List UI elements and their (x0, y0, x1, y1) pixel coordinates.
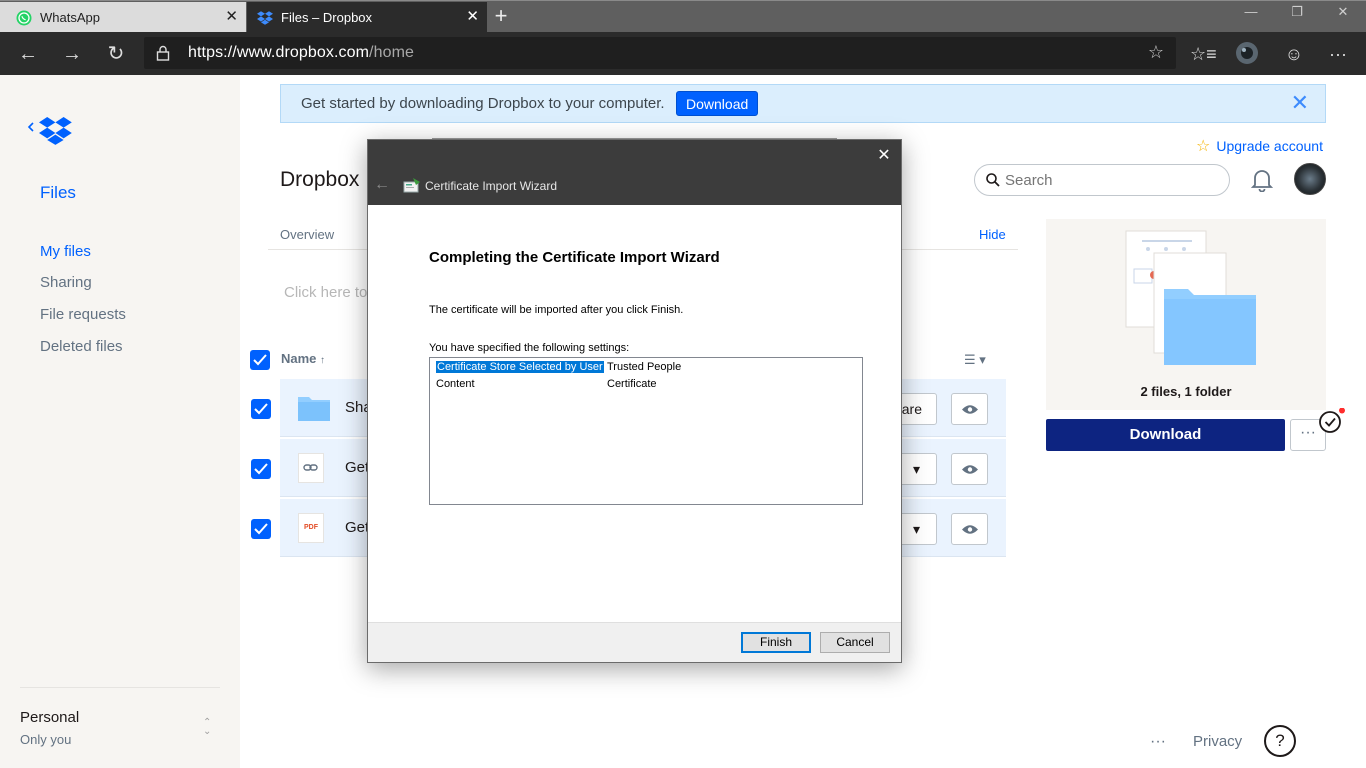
selection-preview-card: 2 files, 1 folder (1046, 219, 1326, 410)
link-icon (298, 453, 324, 483)
select-all-checkbox[interactable] (250, 350, 270, 370)
setting-key: Content (436, 378, 475, 390)
tab-overview[interactable]: Overview (280, 227, 334, 242)
dropbox-icon (257, 10, 273, 25)
pdf-icon: PDF (298, 513, 324, 543)
eye-icon (962, 405, 978, 414)
tab-label: Files – Dropbox (281, 10, 373, 25)
dialog-info-text: The certificate will be imported after y… (429, 304, 684, 316)
checkmark-icon (253, 354, 267, 366)
search-box[interactable] (974, 164, 1230, 196)
setting-key: Certificate Store Selected by User (435, 360, 605, 374)
sort-ascending-icon: ↑ (320, 355, 326, 366)
privacy-link[interactable]: Privacy (1193, 733, 1242, 750)
row-checkbox[interactable] (251, 399, 271, 419)
browser-tab-strip: WhatsApp ✕ Files – Dropbox ✕ + — ❐ ✕ (0, 0, 1366, 33)
eye-icon (962, 525, 978, 534)
dialog-caption: Certificate Import Wizard (425, 179, 558, 193)
account-subtitle: Only you (20, 732, 72, 747)
search-input[interactable] (1005, 171, 1215, 189)
star-icon: ☆ (1196, 138, 1211, 155)
page-title: Dropbox (280, 168, 360, 191)
sidebar-item-deleted-files[interactable]: Deleted files (40, 338, 123, 355)
dialog-heading: Completing the Certificate Import Wizard (429, 249, 720, 266)
files-heading[interactable]: Files (40, 183, 76, 203)
checkmark-icon (254, 403, 268, 415)
help-button[interactable]: ? (1264, 725, 1296, 757)
certificate-import-wizard-dialog: ✕ ← Certificate Import Wizard Completing… (367, 139, 902, 663)
feedback-smiley-icon[interactable]: ☺ (1281, 41, 1307, 67)
whatsapp-icon (16, 10, 32, 25)
close-tab-icon[interactable]: ✕ (225, 9, 238, 24)
hide-overview-link[interactable]: Hide (979, 227, 1006, 242)
checkmark-icon (254, 523, 268, 535)
certificate-icon (403, 178, 420, 193)
user-avatar[interactable] (1294, 163, 1326, 195)
address-bar[interactable]: https://www.dropbox.com/home ☆ (144, 37, 1176, 69)
forward-icon[interactable]: → (54, 36, 90, 72)
account-name[interactable]: Personal (20, 709, 79, 726)
account-switch-chevrons-icon[interactable]: ⌃ ⌄ (203, 718, 211, 737)
eye-icon (962, 465, 978, 474)
profile-avatar-icon[interactable] (1234, 41, 1260, 67)
dropbox-logo[interactable] (26, 117, 76, 152)
search-icon (986, 173, 1000, 187)
preview-eye-button[interactable] (951, 393, 988, 425)
pdf-icon-label: PDF (304, 524, 318, 531)
dialog-titlebar: ✕ ← Certificate Import Wizard (368, 140, 901, 205)
close-icon[interactable]: ✕ (873, 145, 895, 167)
row-name[interactable]: Get (345, 519, 369, 536)
upgrade-account-link[interactable]: ☆ Upgrade account (1196, 136, 1323, 156)
banner-download-button[interactable]: Download (676, 91, 759, 116)
banner-text: Get started by downloading Dropbox to yo… (301, 95, 665, 112)
favorite-star-icon[interactable]: ☆ (1148, 42, 1164, 63)
tab-label: WhatsApp (40, 10, 100, 25)
files-folder-illustration (1125, 230, 1256, 365)
sidebar-item-file-requests[interactable]: File requests (40, 306, 126, 323)
sidebar: Files My files Sharing File requests Del… (0, 75, 240, 768)
url-text[interactable]: https://www.dropbox.com/home (188, 44, 414, 62)
folder-icon (298, 397, 330, 421)
row-checkbox[interactable] (251, 519, 271, 539)
selection-summary: 2 files, 1 folder (1140, 384, 1232, 399)
row-name[interactable]: Get (345, 459, 369, 476)
sidebar-item-my-files[interactable]: My files (40, 243, 91, 260)
sidebar-divider (20, 687, 220, 688)
refresh-icon[interactable]: ↻ (98, 36, 134, 72)
close-banner-icon[interactable]: ✕ (1291, 91, 1309, 115)
cancel-button[interactable]: Cancel (820, 632, 890, 653)
back-arrow-icon[interactable]: ← (374, 176, 390, 194)
finish-button[interactable]: Finish (741, 632, 811, 653)
notifications-bell-icon[interactable] (1250, 168, 1274, 197)
dialog-button-bar: Finish Cancel (368, 622, 901, 662)
setting-value: Trusted People (607, 361, 682, 373)
tab-dropbox[interactable]: Files – Dropbox ✕ (247, 2, 487, 33)
list-view-toggle-icon[interactable]: ☰ ▾ (964, 352, 986, 368)
preview-eye-button[interactable] (951, 513, 988, 545)
setting-value: Certificate (607, 378, 657, 390)
checkmark-circle-icon[interactable] (1316, 408, 1346, 436)
footer-more-icon[interactable]: ··· (1150, 733, 1166, 751)
download-button[interactable]: Download (1046, 419, 1285, 451)
restore-icon[interactable]: ❐ (1274, 4, 1320, 20)
back-icon[interactable]: ← (10, 36, 46, 72)
tab-whatsapp[interactable]: WhatsApp ✕ (0, 2, 246, 33)
settings-label: You have specified the following setting… (429, 342, 630, 354)
sidebar-item-sharing[interactable]: Sharing (40, 274, 92, 291)
preview-eye-button[interactable] (951, 453, 988, 485)
download-banner: Get started by downloading Dropbox to yo… (280, 84, 1326, 123)
checkmark-icon (254, 463, 268, 475)
lock-icon (156, 45, 170, 61)
close-window-icon[interactable]: ✕ (1320, 4, 1366, 20)
row-checkbox[interactable] (251, 459, 271, 479)
settings-listview[interactable]: Certificate Store Selected by User Trust… (429, 357, 863, 505)
close-tab-icon[interactable]: ✕ (466, 9, 479, 24)
minimize-icon[interactable]: — (1228, 4, 1274, 19)
browser-toolbar: ← → ↻ https://www.dropbox.com/home ☆ ☆≡ … (0, 32, 1366, 75)
new-tab-button[interactable]: + (488, 4, 514, 30)
column-header-name[interactable]: Name ↑ (281, 351, 325, 366)
description-placeholder[interactable]: Click here to (284, 284, 367, 301)
more-menu-icon[interactable]: ··· (1325, 41, 1351, 67)
favorites-list-icon[interactable]: ☆≡ (1190, 41, 1217, 67)
